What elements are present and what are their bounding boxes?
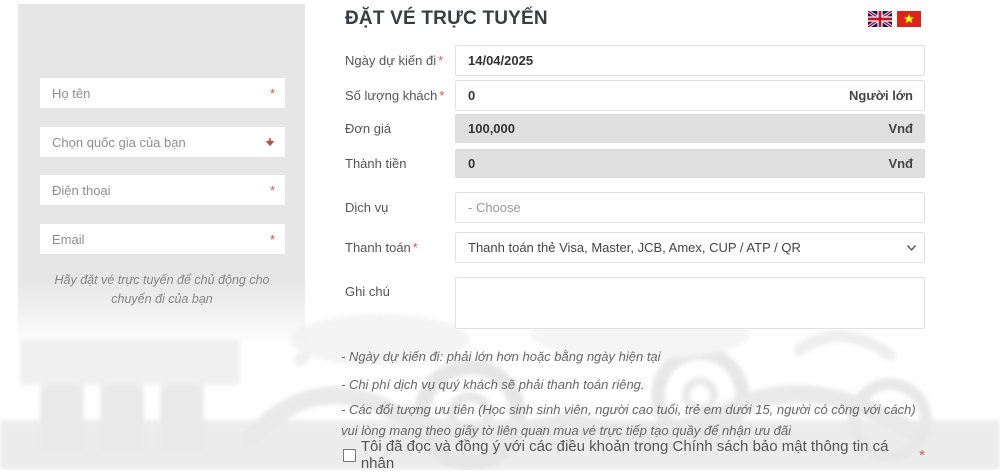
unit-price-input bbox=[455, 114, 925, 143]
required-asterisk: * bbox=[919, 446, 925, 464]
page-title: ĐẶT VÉ TRỰC TUYẾN bbox=[345, 8, 548, 29]
privacy-agreement[interactable]: Tôi đã đọc và đồng ý với các điều khoản … bbox=[343, 438, 925, 472]
service-select[interactable] bbox=[455, 192, 925, 223]
row-departure-date: Ngày dự kiến đi * bbox=[330, 45, 925, 76]
booking-form: ĐẶT VÉ TRỰC TUYẾN Ngày dự kiến đi * 14/0… bbox=[330, 0, 925, 472]
row-guest-quantity: Số lượng khách* Người lớn bbox=[330, 80, 925, 111]
guest-quantity-input[interactable] bbox=[455, 80, 925, 111]
fullname-field[interactable]: * bbox=[40, 78, 285, 108]
instruction-note: - Ngày dự kiến đi: phải lớn hơn hoặc bằn… bbox=[341, 349, 661, 364]
instruction-note: - Các đối tượng ưu tiên (Học sinh sinh v… bbox=[341, 402, 916, 438]
uk-flag-icon[interactable] bbox=[868, 11, 892, 27]
required-asterisk: * bbox=[269, 182, 275, 198]
privacy-agreement-checkbox[interactable] bbox=[343, 448, 356, 462]
language-switcher bbox=[868, 11, 921, 27]
chevron-down-icon bbox=[266, 138, 274, 146]
email-field[interactable]: * bbox=[40, 224, 285, 254]
row-payment: Thanh toán * bbox=[330, 232, 925, 263]
phone-input[interactable] bbox=[40, 175, 268, 205]
fullname-input[interactable] bbox=[40, 78, 268, 108]
total-amount-input bbox=[455, 149, 925, 178]
contact-sidebar: * * * Hãy đặt vé trực tuyến để chủ động … bbox=[18, 4, 305, 348]
vietnam-flag-icon[interactable] bbox=[897, 11, 921, 27]
field-label: Đơn giá bbox=[345, 121, 392, 136]
field-label: Dịch vụ bbox=[345, 200, 389, 215]
instruction-note: - Chi phí dịch vụ quý khách sẽ phải than… bbox=[341, 377, 645, 392]
country-select[interactable] bbox=[40, 127, 285, 157]
row-service: Dịch vụ bbox=[330, 192, 925, 223]
phone-field[interactable]: * bbox=[40, 175, 285, 205]
departure-date-input[interactable] bbox=[455, 45, 925, 76]
row-unit-price: Đơn giá Vnđ bbox=[330, 114, 925, 143]
row-notes: Ghi chú bbox=[330, 277, 925, 334]
email-input[interactable] bbox=[40, 224, 268, 254]
required-asterisk: * bbox=[269, 85, 275, 101]
field-label: Số lượng khách * bbox=[345, 88, 445, 103]
field-label: Ghi chú bbox=[345, 284, 390, 299]
payment-select[interactable] bbox=[455, 232, 925, 263]
notes-textarea[interactable] bbox=[455, 277, 925, 329]
sidebar-note: Hãy đặt vé trực tuyến để chủ động cho ch… bbox=[54, 273, 270, 306]
field-label: Ngày dự kiến đi * bbox=[345, 53, 444, 68]
field-label: Thành tiền bbox=[345, 156, 407, 171]
row-total-amount: Thành tiền Vnđ bbox=[330, 149, 925, 178]
privacy-agreement-label: Tôi đã đọc và đồng ý với các điều khoản … bbox=[360, 438, 889, 472]
country-select-input[interactable] bbox=[40, 127, 265, 157]
field-label: Thanh toán * bbox=[345, 240, 418, 255]
required-asterisk: * bbox=[269, 231, 275, 247]
form-header: ĐẶT VÉ TRỰC TUYẾN bbox=[330, 8, 925, 30]
